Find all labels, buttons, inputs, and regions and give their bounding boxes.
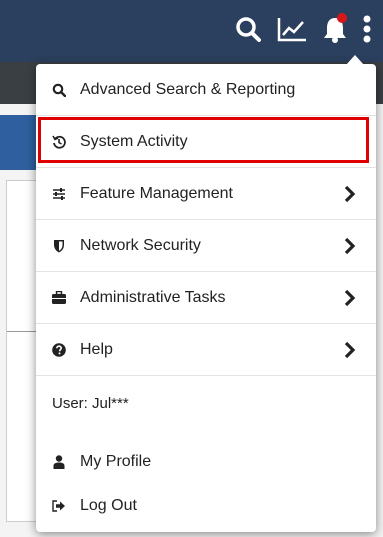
sign-out-icon: [52, 498, 66, 514]
menu-item-feature-management[interactable]: Feature Management: [36, 168, 376, 220]
menu-item-label: Feature Management: [80, 184, 233, 202]
sliders-icon: [52, 186, 66, 202]
menu-item-my-profile[interactable]: My Profile: [36, 440, 376, 484]
menu-item-help[interactable]: Help: [36, 324, 376, 376]
chart-icon[interactable]: [277, 16, 307, 47]
chevron-right-icon: [344, 341, 356, 364]
bell-icon[interactable]: [323, 12, 347, 48]
user-icon: [52, 454, 66, 470]
briefcase-icon: [52, 290, 66, 306]
menu-item-advanced-search[interactable]: Advanced Search & Reporting: [36, 64, 376, 116]
chevron-right-icon: [344, 289, 356, 312]
user-name: User: Jul***: [52, 395, 129, 412]
notification-dot: [337, 12, 347, 23]
menu-item-network-security[interactable]: Network Security: [36, 220, 376, 272]
menu-item-label: Log Out: [80, 497, 137, 514]
header-icons: [235, 12, 371, 48]
question-circle-icon: [52, 342, 66, 358]
shield-icon: [52, 238, 66, 254]
more-vertical-icon[interactable]: [363, 15, 371, 48]
history-icon: [52, 134, 66, 150]
menu-item-label: System Activity: [80, 132, 188, 150]
chevron-right-icon: [344, 185, 356, 208]
settings-dropdown-menu: Advanced Search & Reporting System Activ…: [36, 55, 376, 532]
menu-item-administrative-tasks[interactable]: Administrative Tasks: [36, 272, 376, 324]
menu-item-label: Advanced Search & Reporting: [80, 80, 296, 98]
search-icon: [52, 82, 66, 98]
menu-item-label: Help: [80, 340, 113, 358]
chevron-right-icon: [344, 237, 356, 260]
search-icon[interactable]: [235, 16, 261, 47]
menu-item-system-activity[interactable]: System Activity: [36, 116, 376, 168]
menu-item-label: My Profile: [80, 453, 152, 470]
menu-item-log-out[interactable]: Log Out: [36, 484, 376, 528]
menu-item-label: Administrative Tasks: [80, 288, 226, 306]
app-header: [0, 0, 383, 62]
menu-item-label: Network Security: [80, 236, 201, 254]
background-panel-header: [0, 115, 36, 170]
